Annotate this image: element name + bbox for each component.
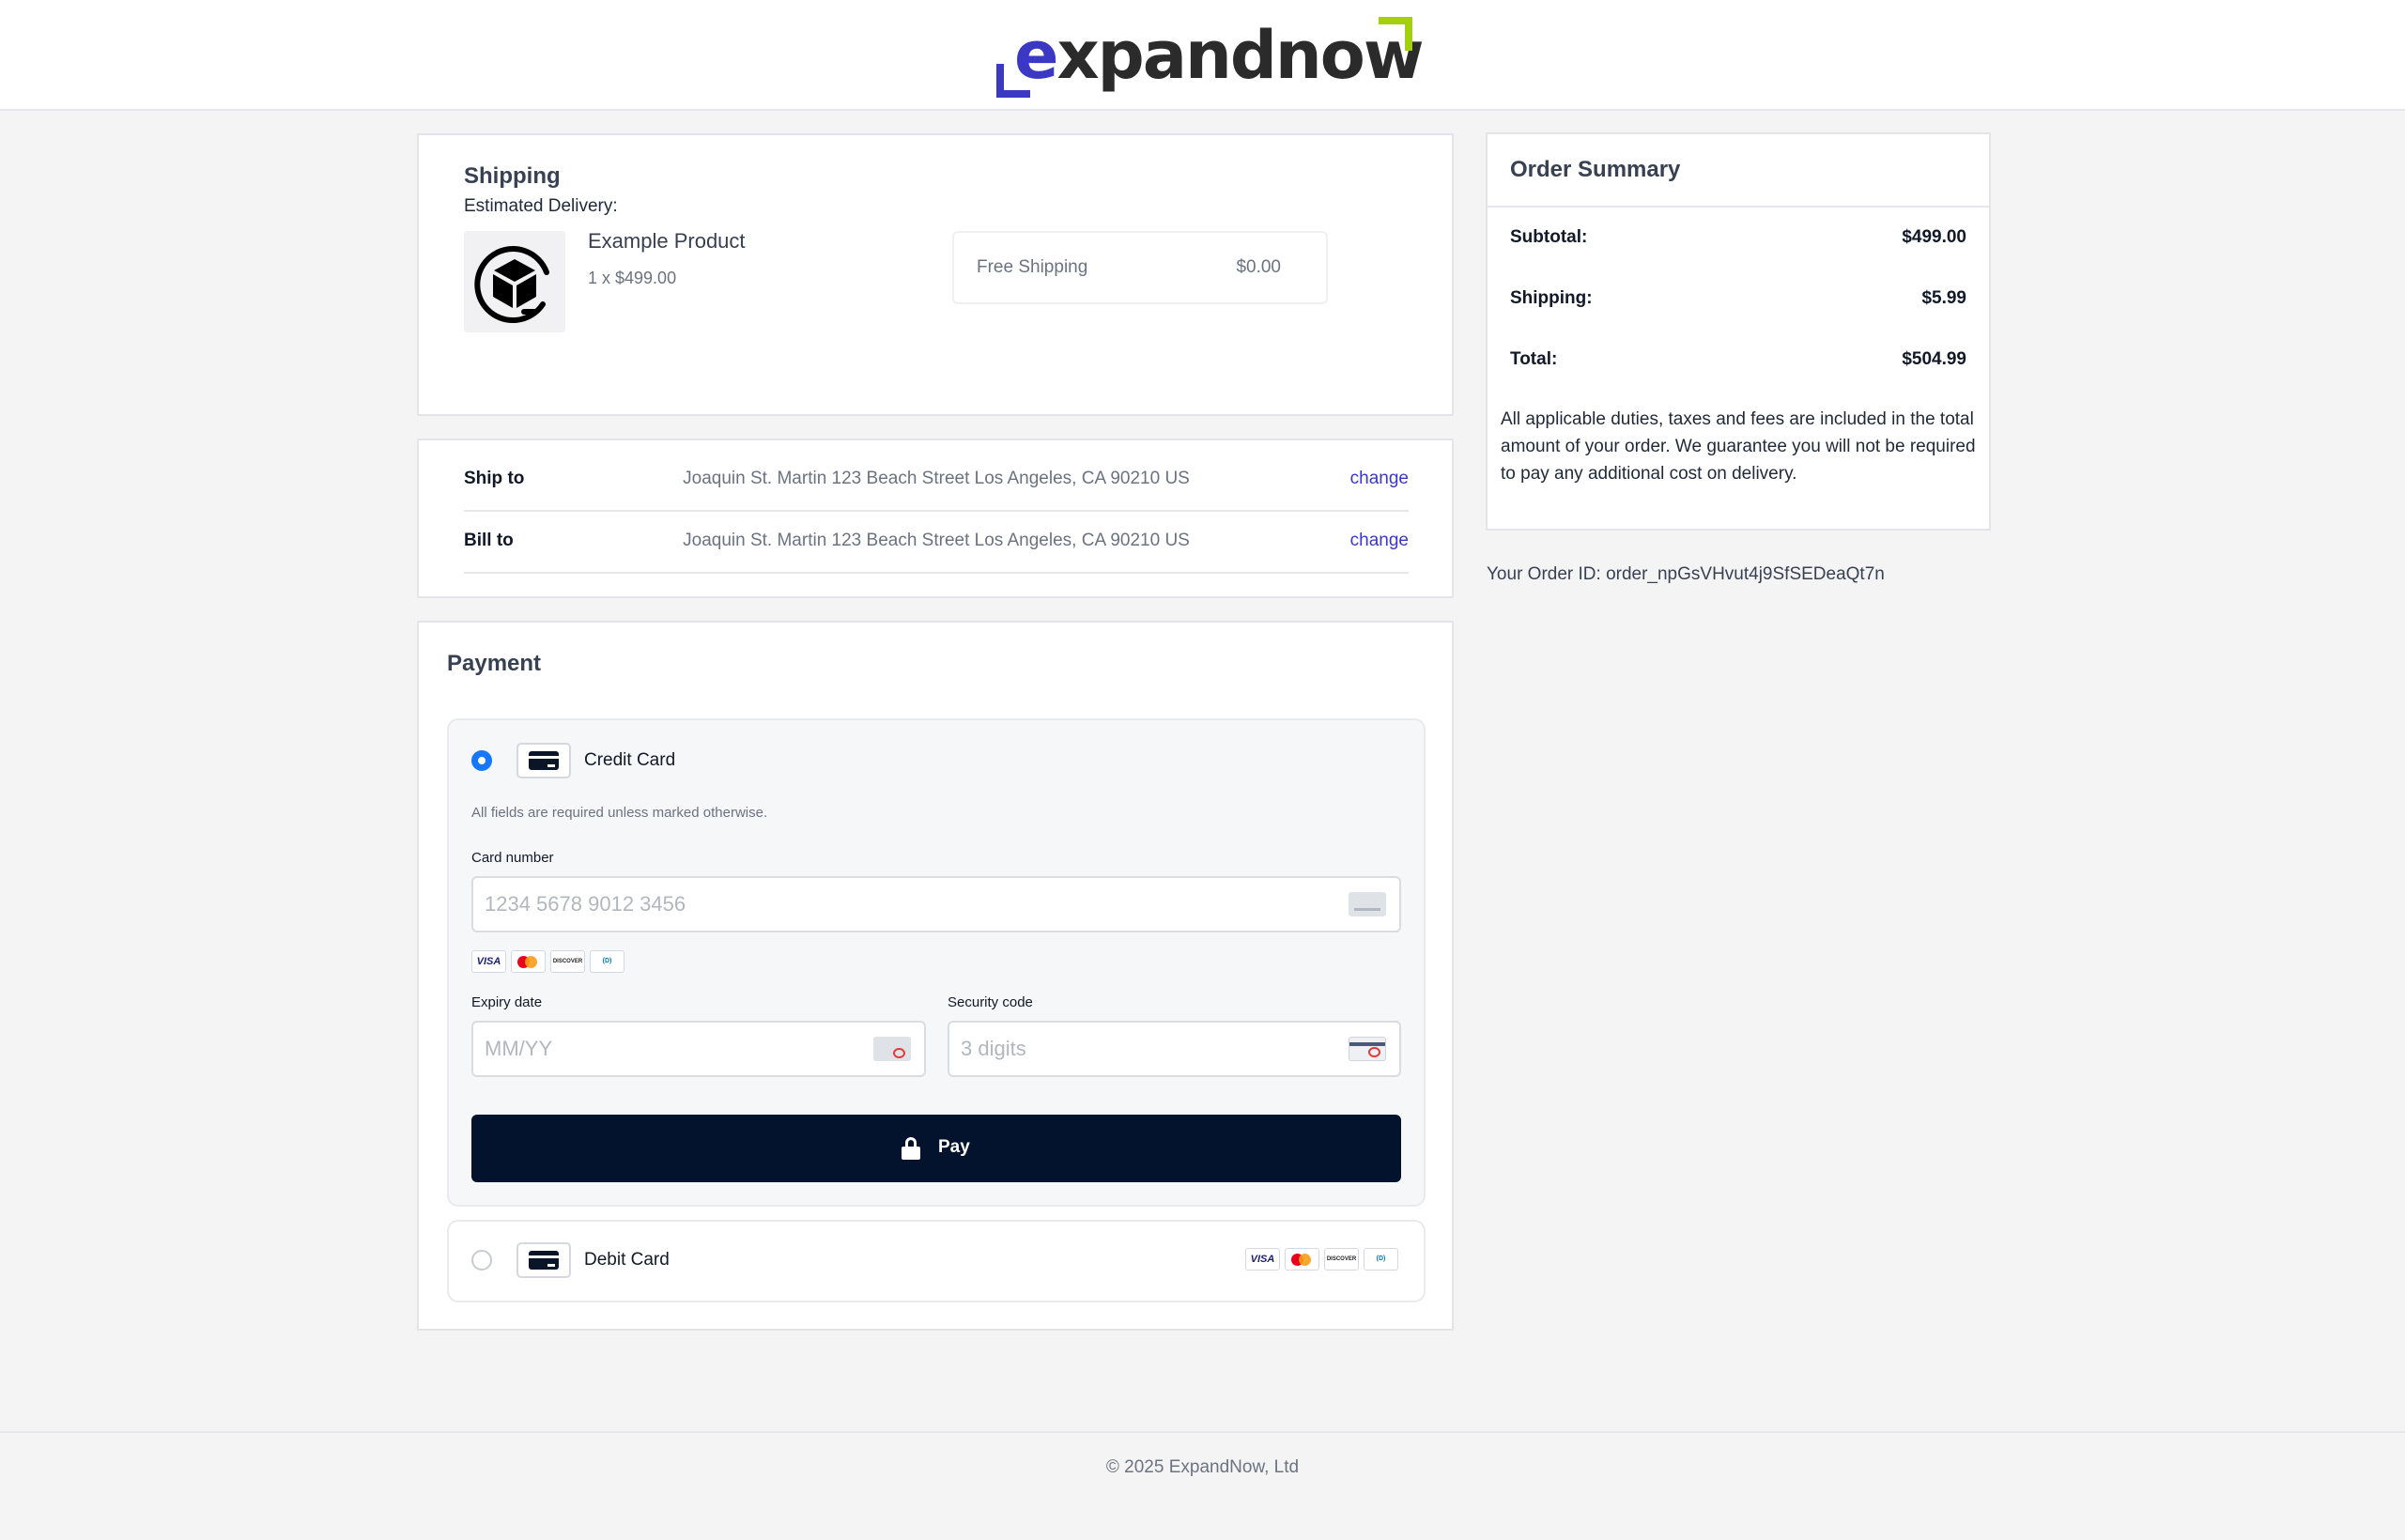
shipping-card: Shipping Estimated Delivery: Example Pro… bbox=[417, 133, 1454, 416]
debit-card-icon bbox=[516, 1242, 571, 1278]
product-qty-price: 1 x $499.00 bbox=[588, 269, 677, 287]
ship-to-address: Joaquin St. Martin 123 Beach Street Los … bbox=[683, 469, 1190, 488]
product-name: Example Product bbox=[588, 229, 746, 253]
shipping-title: Shipping bbox=[464, 163, 561, 189]
lock-icon bbox=[902, 1137, 920, 1160]
shipping-option-price: $0.00 bbox=[1236, 257, 1281, 277]
card-number-input[interactable] bbox=[471, 876, 1401, 932]
bill-to-address: Joaquin St. Martin 123 Beach Street Los … bbox=[683, 531, 1190, 550]
visa-icon: VISA bbox=[1245, 1248, 1280, 1270]
total-row: Total: $504.99 bbox=[1510, 349, 1966, 370]
generic-card-icon bbox=[1349, 892, 1386, 916]
credit-card-icon bbox=[516, 743, 571, 778]
product-thumbnail bbox=[464, 231, 565, 332]
pay-button[interactable]: Pay bbox=[471, 1115, 1401, 1182]
address-card: Ship to Joaquin St. Martin 123 Beach Str… bbox=[417, 439, 1454, 598]
credit-card-method: Credit Card All fields are required unle… bbox=[447, 718, 1426, 1207]
pay-button-label: Pay bbox=[938, 1137, 970, 1157]
total-value: $504.99 bbox=[1902, 349, 1966, 369]
payment-card: Payment Credit Card All fields are requi… bbox=[417, 621, 1454, 1331]
expiry-date-input[interactable] bbox=[471, 1021, 926, 1077]
debit-card-method[interactable]: Debit Card VISA DISCOVER (D) bbox=[447, 1220, 1426, 1302]
diners-club-icon: (D) bbox=[590, 950, 624, 973]
shipping-value: $5.99 bbox=[1921, 288, 1966, 308]
bill-to-row: Bill to Joaquin St. Martin 123 Beach Str… bbox=[464, 512, 1409, 574]
shipping-row: Shipping: $5.99 bbox=[1510, 288, 1966, 309]
card-number-label: Card number bbox=[471, 850, 554, 866]
debit-card-label[interactable]: Debit Card bbox=[584, 1250, 670, 1270]
subtotal-row: Subtotal: $499.00 bbox=[1510, 227, 1966, 248]
subtotal-value: $499.00 bbox=[1902, 227, 1966, 247]
logo-corner-right bbox=[1379, 17, 1412, 51]
credit-card-radio[interactable] bbox=[471, 750, 492, 771]
shipping-option-free[interactable]: Free Shipping $0.00 bbox=[952, 231, 1328, 304]
order-summary-header: Order Summary bbox=[1488, 134, 1989, 208]
total-label: Total: bbox=[1510, 349, 1558, 369]
header-bar: expandnow bbox=[0, 0, 2405, 111]
ship-to-row: Ship to Joaquin St. Martin 123 Beach Str… bbox=[464, 450, 1409, 512]
order-summary-title: Order Summary bbox=[1510, 157, 1681, 182]
security-code-input[interactable] bbox=[948, 1021, 1401, 1077]
footer: © 2025 ExpandNow, Ltd bbox=[0, 1431, 2405, 1540]
debit-card-radio[interactable] bbox=[471, 1250, 492, 1270]
expandnow-logo[interactable]: expandnow bbox=[994, 15, 1425, 98]
mastercard-icon bbox=[1285, 1248, 1319, 1270]
payment-title: Payment bbox=[447, 651, 542, 676]
duties-note: All applicable duties, taxes and fees ar… bbox=[1501, 409, 1976, 484]
cvc-card-icon bbox=[1349, 1037, 1386, 1061]
ship-to-change-link[interactable]: change bbox=[1350, 469, 1409, 489]
expiry-date-label: Expiry date bbox=[471, 994, 543, 1010]
credit-card-label[interactable]: Credit Card bbox=[584, 750, 675, 771]
copyright: © 2025 ExpandNow, Ltd bbox=[1105, 1457, 1300, 1477]
expiry-card-icon bbox=[873, 1037, 911, 1061]
order-summary-card: Order Summary Subtotal: $499.00 Shipping… bbox=[1486, 132, 1991, 531]
discover-icon: DISCOVER bbox=[550, 950, 585, 973]
diners-club-icon: (D) bbox=[1364, 1248, 1398, 1270]
required-fields-note: All fields are required unless marked ot… bbox=[471, 805, 768, 821]
security-code-label: Security code bbox=[948, 994, 1033, 1010]
mastercard-icon bbox=[511, 950, 546, 973]
visa-icon: VISA bbox=[471, 950, 506, 973]
discover-icon: DISCOVER bbox=[1324, 1248, 1359, 1270]
logo-wordmark: expandnow bbox=[1014, 17, 1425, 94]
bill-to-change-link[interactable]: change bbox=[1350, 531, 1409, 551]
shipping-label: Shipping: bbox=[1510, 288, 1593, 308]
subtotal-label: Subtotal: bbox=[1510, 227, 1588, 247]
package-box-icon bbox=[474, 246, 549, 323]
estimated-delivery-label: Estimated Delivery: bbox=[464, 196, 618, 216]
shipping-option-label: Free Shipping bbox=[977, 257, 1088, 277]
order-id: Your Order ID: order_npGsVHvut4j9SfSEDea… bbox=[1487, 564, 1885, 584]
